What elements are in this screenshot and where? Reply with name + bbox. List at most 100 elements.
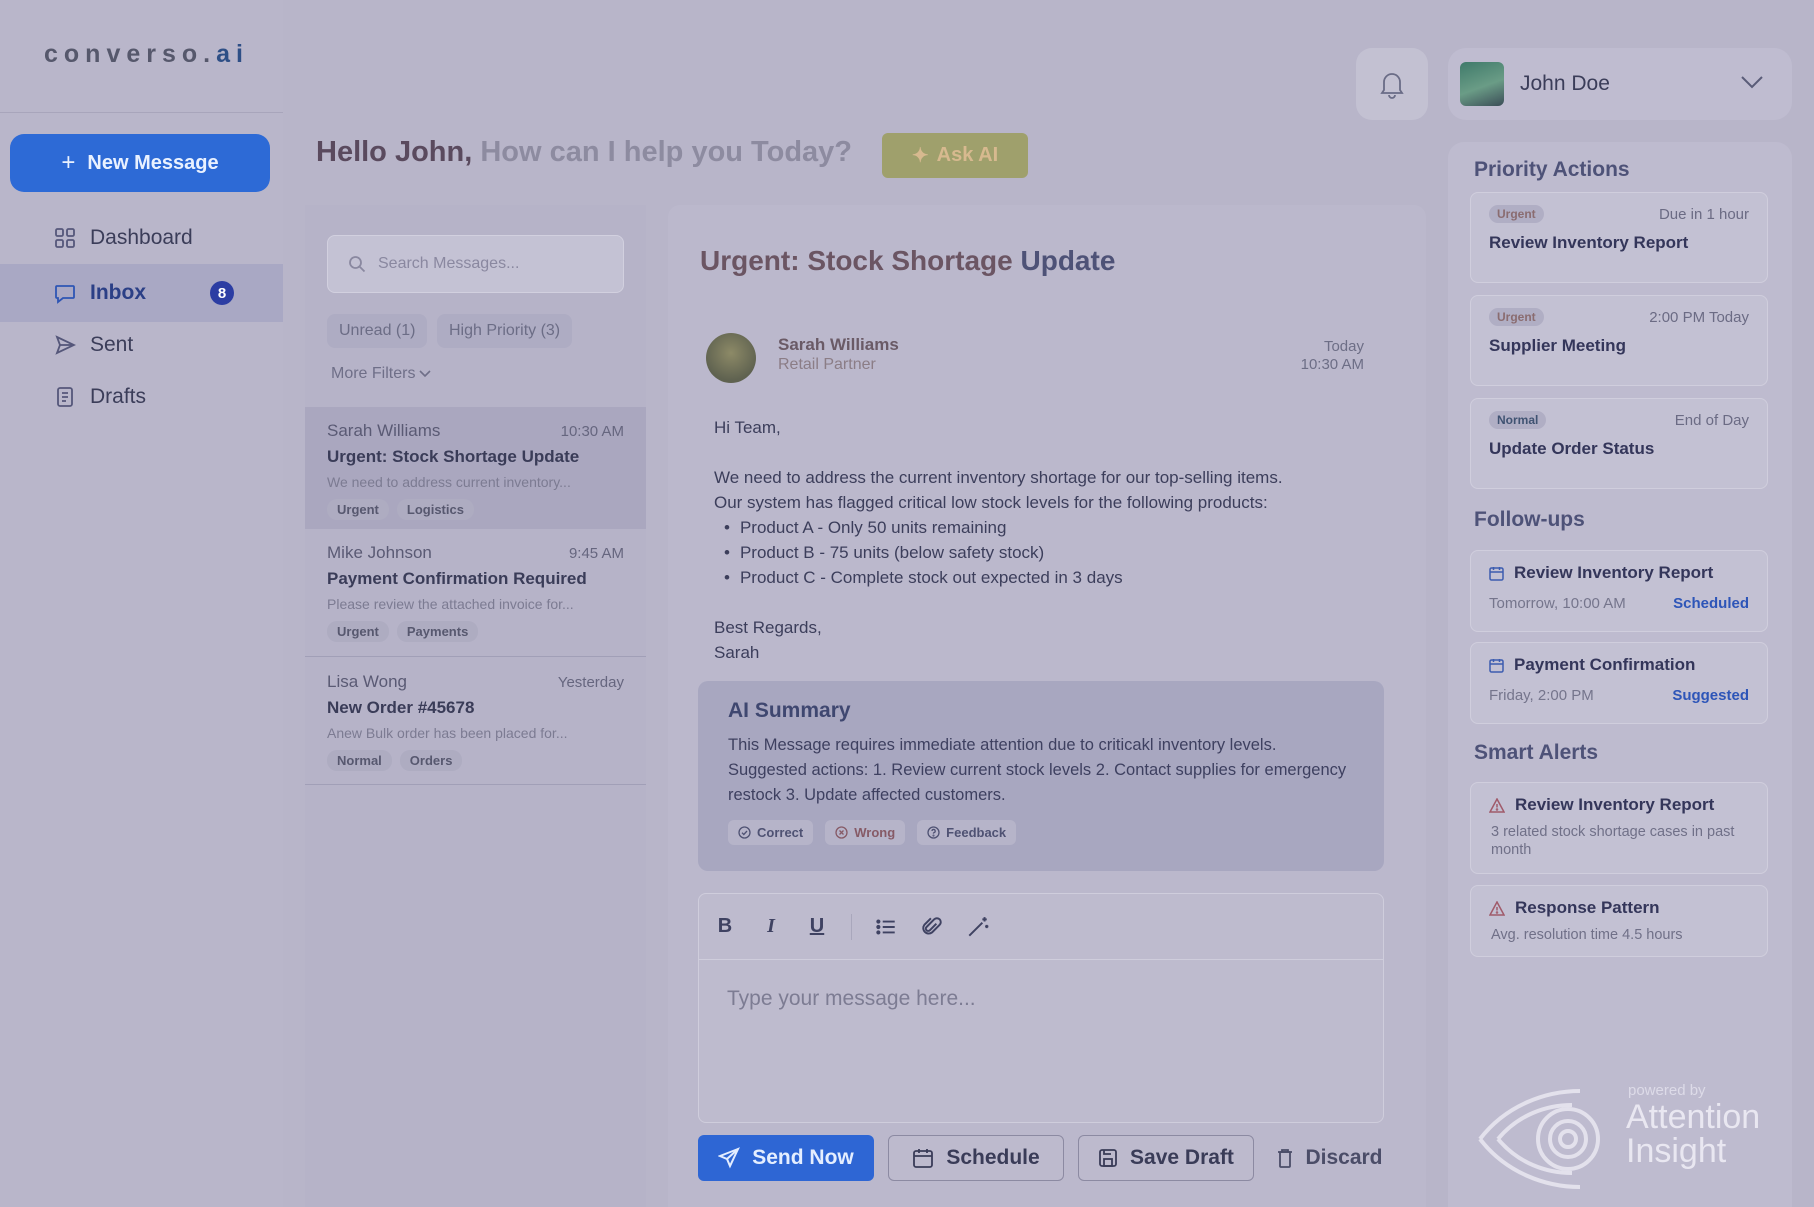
product-list: Product A - Only 50 units remaining Prod…	[714, 515, 1394, 590]
follow-up-status: Suggested	[1672, 687, 1749, 704]
logo-suffix: ai	[216, 40, 249, 68]
sidebar-item-dashboard[interactable]: Dashboard	[0, 209, 283, 267]
priority-card[interactable]: Normal End of Day Update Order Status	[1470, 398, 1768, 489]
discard-button[interactable]: Discard	[1270, 1135, 1390, 1181]
message-preview: We need to address current inventory...	[327, 474, 571, 490]
chevron-down-icon	[419, 370, 432, 378]
card-title: Update Order Status	[1489, 439, 1655, 458]
ask-ai-button[interactable]: ✦ Ask AI	[882, 133, 1028, 178]
alert-card[interactable]: Review Inventory Report 3 related stock …	[1470, 782, 1768, 874]
list-item[interactable]: Sarah Williams 10:30 AM Urgent: Stock Sho…	[305, 407, 646, 529]
search-input[interactable]	[378, 255, 598, 273]
follow-up-title: Payment Confirmation	[1514, 655, 1696, 674]
new-message-label: New Message	[87, 151, 219, 174]
brand-wordmark: Attention Insight	[1626, 1100, 1760, 1168]
send-icon	[718, 1147, 741, 1169]
save-draft-button[interactable]: Save Draft	[1078, 1135, 1254, 1181]
priority-badge: Urgent	[1489, 308, 1544, 326]
filter-unread[interactable]: Unread (1)	[327, 314, 428, 348]
user-menu[interactable]: John Doe	[1448, 48, 1792, 120]
bold-icon[interactable]: B	[713, 915, 737, 939]
chat-icon	[55, 285, 75, 304]
alert-text: 3 related stock shortage cases in past m…	[1491, 824, 1735, 858]
greeting-heading: Hello John, How can I help you Today?	[316, 136, 852, 169]
magic-wand-icon[interactable]	[966, 915, 990, 939]
wrong-label: Wrong	[854, 825, 896, 840]
message-input[interactable]	[699, 961, 1383, 1121]
sparkle-icon: ✦	[911, 145, 929, 167]
more-filters-dropdown[interactable]: More Filters	[331, 365, 432, 383]
alert-title: Response Pattern	[1515, 898, 1660, 917]
eye-logo-icon	[1478, 1089, 1600, 1189]
feedback-button[interactable]: Feedback	[917, 820, 1017, 845]
greeting-name: Hello John,	[316, 136, 473, 168]
send-now-button[interactable]: Send Now	[698, 1135, 874, 1181]
sidebar-item-sent[interactable]: Sent	[0, 316, 283, 374]
priority-badge: Normal	[1489, 411, 1547, 429]
save-icon	[1099, 1149, 1117, 1167]
alert-card[interactable]: Response Pattern Avg. resolution time 4.…	[1470, 885, 1768, 957]
schedule-label: Schedule	[946, 1146, 1040, 1169]
plus-icon: +	[61, 149, 76, 176]
sidebar-item-label: Drafts	[90, 385, 147, 408]
list-divider	[305, 656, 646, 657]
document-icon	[57, 387, 73, 407]
sidebar-item-drafts[interactable]: Drafts	[0, 368, 283, 426]
alert-title: Review Inventory Report	[1515, 795, 1715, 814]
attachment-icon[interactable]	[920, 915, 944, 939]
app-logo[interactable]: converso.ai	[44, 40, 249, 69]
send-icon	[55, 335, 76, 355]
feedback-row: Correct Wrong Feedback	[728, 820, 1354, 845]
sidebar-item-label: Sent	[90, 333, 134, 356]
bell-icon	[1380, 73, 1404, 99]
subject-middle: Stock Shortage	[807, 245, 1013, 276]
send-now-label: Send Now	[752, 1146, 854, 1169]
due-text: End of Day	[1674, 411, 1749, 429]
tag: Logistics	[396, 499, 474, 520]
message-time: 10:30 AM	[560, 423, 624, 440]
sender-role: Retail Partner	[778, 356, 876, 373]
message-composer: B I U	[698, 893, 1384, 1123]
notifications-button[interactable]	[1356, 48, 1428, 120]
discard-label: Discard	[1305, 1146, 1383, 1169]
toolbar-divider	[851, 913, 852, 940]
priority-actions-title: Priority Actions	[1474, 158, 1630, 181]
message-sender: Lisa Wong	[327, 672, 408, 691]
list-item[interactable]: Lisa Wong Yesterday New Order #45678 Anew…	[305, 658, 646, 780]
warning-icon	[1489, 797, 1505, 813]
tag: Urgent	[327, 621, 389, 642]
brand-line: Insight	[1626, 1132, 1727, 1170]
priority-card[interactable]: Urgent 2:00 PM Today Supplier Meeting	[1470, 295, 1768, 386]
calendar-icon	[913, 1149, 934, 1168]
email-subject: Urgent: Stock Shortage Update	[700, 245, 1115, 277]
trash-icon	[1278, 1149, 1293, 1168]
feedback-label: Feedback	[946, 825, 1007, 840]
filter-label: High Priority (3)	[449, 322, 561, 339]
message-subject: Urgent: Stock Shortage Update	[327, 447, 580, 466]
sidebar-item-inbox[interactable]: Inbox 8	[0, 264, 283, 322]
search-field[interactable]	[327, 235, 624, 293]
calendar-icon	[1489, 658, 1504, 673]
app-window: converso.ai + New Message Dashboard Inbo…	[0, 0, 1814, 1207]
body-greeting: Hi Team,	[714, 418, 781, 437]
ai-summary-card: AI Summary This Message requires immedia…	[698, 681, 1384, 871]
correct-button[interactable]: Correct	[728, 820, 814, 845]
bullet-list-icon[interactable]	[874, 915, 898, 939]
sender-name: Sarah Williams	[778, 335, 899, 354]
follow-up-card[interactable]: Payment Confirmation Friday, 2:00 PM Sugg…	[1470, 642, 1768, 724]
follow-up-card[interactable]: Review Inventory Report Tomorrow, 10:00 …	[1470, 550, 1768, 632]
message-time: Yesterday	[557, 674, 624, 691]
priority-card[interactable]: Urgent Due in 1 hour Review Inventory Rep…	[1470, 192, 1768, 283]
avatar	[1460, 62, 1504, 106]
email-time: 10:30 AM	[1300, 356, 1364, 373]
schedule-button[interactable]: Schedule	[888, 1135, 1064, 1181]
new-message-button[interactable]: + New Message	[10, 134, 270, 192]
message-reading-pane: Urgent: Stock Shortage Update Sarah Will…	[668, 205, 1426, 1207]
filter-high-priority[interactable]: High Priority (3)	[437, 314, 573, 348]
wrong-button[interactable]: Wrong	[825, 820, 906, 845]
grid-icon	[55, 228, 75, 248]
italic-icon[interactable]: I	[759, 915, 783, 939]
list-item[interactable]: Mike Johnson 9:45 AM Payment Confirmation…	[305, 529, 646, 651]
calendar-icon	[1489, 566, 1504, 581]
underline-icon[interactable]: U	[805, 915, 829, 939]
